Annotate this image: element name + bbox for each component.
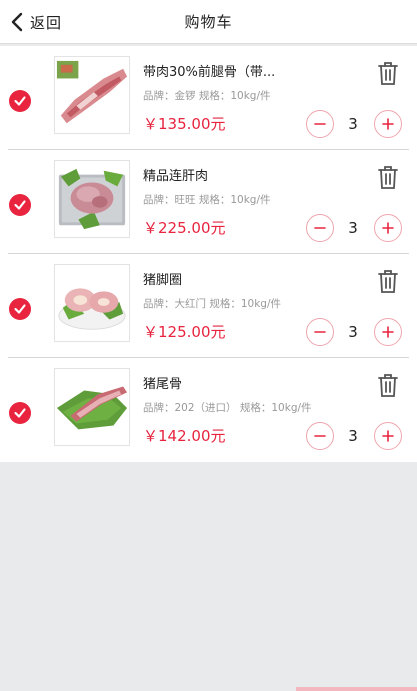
cart-item: 带肉30%前腿骨（带... 品牌：金锣 规格：10kg/件 ￥135.00元 3	[0, 46, 417, 150]
product-price: ￥225.00元	[143, 219, 226, 237]
page-title: 购物车	[184, 13, 233, 31]
minus-icon	[314, 435, 326, 437]
trash-icon[interactable]	[376, 164, 400, 190]
product-image[interactable]	[54, 160, 130, 238]
item-checkbox[interactable]	[9, 298, 31, 320]
product-image[interactable]	[54, 56, 130, 134]
cart-item: 猪脚圈 品牌：大红门 规格：10kg/件 ￥125.00元 3	[0, 254, 417, 358]
plus-icon	[382, 222, 394, 234]
product-meta: 品牌：大红门 规格：10kg/件	[143, 298, 281, 310]
product-image[interactable]	[54, 368, 130, 446]
product-meta: 品牌：金锣 规格：10kg/件	[143, 90, 271, 102]
quantity-decrease-button[interactable]	[306, 110, 334, 138]
quantity-increase-button[interactable]	[374, 422, 402, 450]
trash-icon[interactable]	[376, 60, 400, 86]
plus-icon	[382, 430, 394, 442]
plus-icon	[382, 118, 394, 130]
product-name[interactable]: 猪尾骨	[143, 373, 343, 392]
quantity-value[interactable]: 3	[338, 219, 368, 237]
checkmark-icon	[14, 408, 26, 418]
item-checkbox[interactable]	[9, 90, 31, 112]
product-meta: 品牌：旺旺 规格：10kg/件	[143, 194, 271, 206]
cart-item: 猪尾骨 品牌：202（进口） 规格：10kg/件 ￥142.00元 3	[0, 358, 417, 462]
product-price: ￥125.00元	[143, 323, 226, 341]
product-name[interactable]: 带肉30%前腿骨（带...	[143, 61, 343, 80]
product-meta: 品牌：202（进口） 规格：10kg/件	[143, 402, 312, 414]
quantity-decrease-button[interactable]	[306, 318, 334, 346]
quantity-value[interactable]: 3	[338, 323, 368, 341]
top-nav-bar: 返回 购物车	[0, 0, 417, 44]
minus-icon	[314, 227, 326, 229]
item-checkbox[interactable]	[9, 194, 31, 216]
quantity-value[interactable]: 3	[338, 115, 368, 133]
checkmark-icon	[14, 200, 26, 210]
product-name[interactable]: 精品连肝肉	[143, 165, 343, 184]
product-price: ￥142.00元	[143, 427, 226, 445]
product-image[interactable]	[54, 264, 130, 342]
minus-icon	[314, 331, 326, 333]
quantity-increase-button[interactable]	[374, 214, 402, 242]
trash-icon[interactable]	[376, 372, 400, 398]
plus-icon	[382, 326, 394, 338]
checkmark-icon	[14, 304, 26, 314]
quantity-decrease-button[interactable]	[306, 214, 334, 242]
quantity-increase-button[interactable]	[374, 318, 402, 346]
product-name[interactable]: 猪脚圈	[143, 269, 343, 288]
product-price: ￥135.00元	[143, 115, 226, 133]
quantity-increase-button[interactable]	[374, 110, 402, 138]
quantity-value[interactable]: 3	[338, 427, 368, 445]
trash-icon[interactable]	[376, 268, 400, 294]
minus-icon	[314, 123, 326, 125]
checkmark-icon	[14, 96, 26, 106]
cart-item: 精品连肝肉 品牌：旺旺 规格：10kg/件 ￥225.00元 3	[0, 150, 417, 254]
bottom-action-bar-edge[interactable]	[296, 687, 417, 691]
cart-list: 带肉30%前腿骨（带... 品牌：金锣 规格：10kg/件 ￥135.00元 3	[0, 46, 417, 462]
quantity-decrease-button[interactable]	[306, 422, 334, 450]
item-checkbox[interactable]	[9, 402, 31, 424]
